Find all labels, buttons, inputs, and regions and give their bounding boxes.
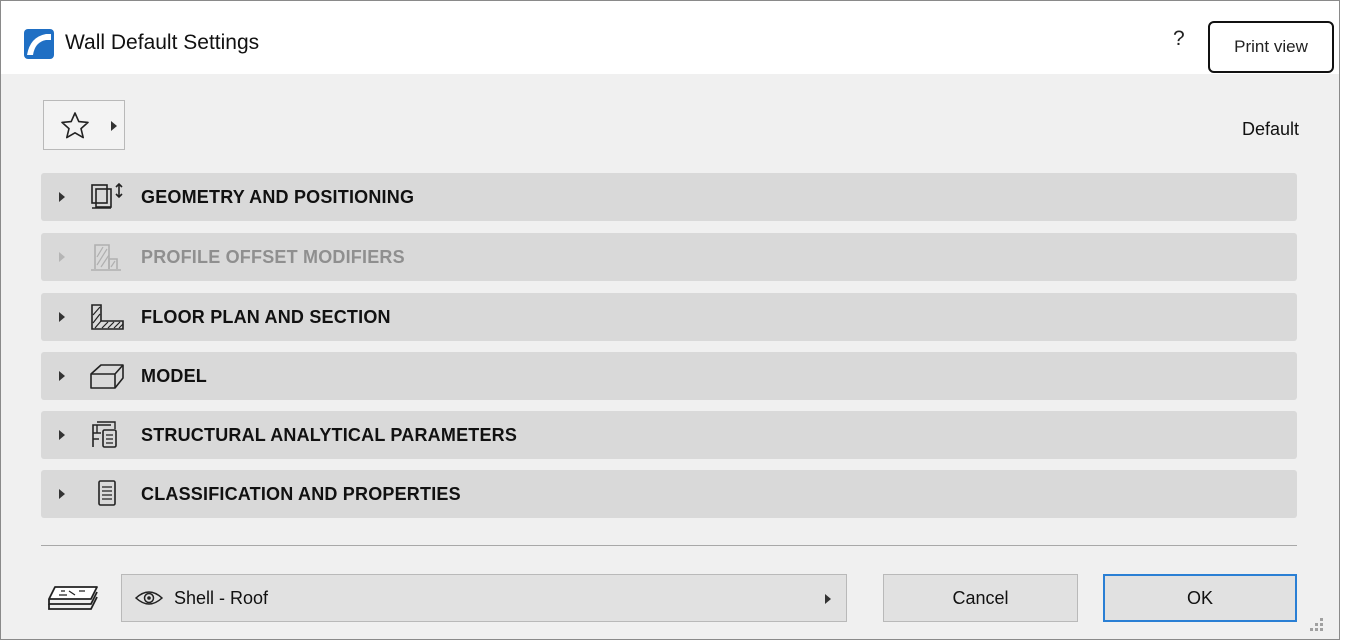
- layer-name: Shell - Roof: [174, 588, 269, 608]
- panel-structural-analytical-parameters[interactable]: STRUCTURAL ANALYTICAL PARAMETERS: [41, 411, 1297, 459]
- expand-arrow-icon: [59, 489, 65, 499]
- expand-arrow-icon: [59, 430, 65, 440]
- classification-icon: [98, 480, 116, 506]
- expand-arrow-icon: [59, 252, 65, 262]
- favorites-button[interactable]: [43, 100, 125, 150]
- panel-label: GEOMETRY AND POSITIONING: [141, 187, 415, 207]
- favorites-arrow-icon: [111, 121, 117, 131]
- dialog-title: Wall Default Settings: [65, 31, 260, 54]
- expand-arrow-icon: [59, 371, 65, 381]
- favorite-name-label: Default: [1241, 119, 1299, 139]
- star-icon: [61, 112, 89, 139]
- layers-icon: [48, 586, 98, 610]
- footer-divider: [41, 545, 1297, 546]
- profile-offset-icon: [91, 244, 121, 271]
- model-icon: [90, 364, 124, 389]
- panel-label: PROFILE OFFSET MODIFIERS: [141, 247, 405, 267]
- panel-label: CLASSIFICATION AND PROPERTIES: [141, 484, 461, 504]
- archicad-logo-icon: [24, 29, 54, 59]
- cancel-button[interactable]: Cancel: [883, 574, 1078, 622]
- wall-default-settings-dialog: Wall Default Settings ? Default GEOMETRY…: [0, 0, 1340, 640]
- panel-geometry-and-positioning[interactable]: GEOMETRY AND POSITIONING: [41, 173, 1297, 221]
- print-view-button[interactable]: Print view: [1208, 21, 1334, 73]
- expand-arrow-icon: [59, 312, 65, 322]
- title-bar: Wall Default Settings ?: [1, 1, 1339, 74]
- geometry-icon: [91, 182, 123, 209]
- layer-dropdown-arrow-icon: [825, 594, 831, 604]
- panel-label: STRUCTURAL ANALYTICAL PARAMETERS: [141, 425, 518, 445]
- expand-arrow-icon: [59, 192, 65, 202]
- panel-label: FLOOR PLAN AND SECTION: [141, 307, 391, 327]
- layer-selector[interactable]: Shell - Roof: [121, 574, 847, 622]
- panel-classification-and-properties[interactable]: CLASSIFICATION AND PROPERTIES: [41, 470, 1297, 518]
- panel-floor-plan-and-section[interactable]: FLOOR PLAN AND SECTION: [41, 293, 1297, 341]
- ok-button[interactable]: OK: [1103, 574, 1297, 622]
- floor-plan-icon: [91, 304, 124, 330]
- panel-model[interactable]: MODEL: [41, 352, 1297, 400]
- eye-icon: [134, 591, 164, 605]
- structural-icon: [92, 421, 117, 448]
- panel-label: MODEL: [141, 366, 207, 386]
- panel-profile-offset-modifiers: PROFILE OFFSET MODIFIERS: [41, 233, 1297, 281]
- help-button[interactable]: ?: [1173, 27, 1185, 51]
- resize-grip-icon[interactable]: [1307, 615, 1327, 635]
